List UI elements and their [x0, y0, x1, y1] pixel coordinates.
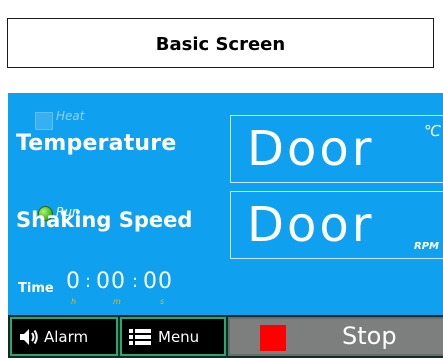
menu-button[interactable]: Menu: [120, 317, 226, 356]
timer-hours-unit: h: [71, 297, 77, 306]
temperature-unit: ℃: [424, 122, 441, 140]
list-icon: [128, 327, 152, 347]
control-panel: Heat Temperature Door ℃ Run Shaking Spee…: [8, 93, 443, 358]
shaking-speed-unit: RPM: [414, 241, 439, 252]
screen-title: Basic Screen: [155, 33, 286, 55]
timer-seconds: 00: [143, 269, 173, 294]
shaking-speed-display[interactable]: Door RPM: [230, 191, 443, 259]
timer-minutes-unit: m: [113, 297, 121, 306]
menu-button-label: Menu: [158, 327, 200, 346]
timer-minutes: 00: [96, 269, 126, 294]
stop-button-label: Stop: [342, 322, 397, 350]
alarm-button-label: Alarm: [44, 327, 89, 346]
shaking-speed-value: Door: [247, 197, 375, 253]
temperature-label: Temperature: [16, 131, 177, 156]
temperature-value: Door: [247, 121, 375, 177]
alarm-button[interactable]: Alarm: [10, 317, 118, 356]
stop-button[interactable]: Stop: [228, 317, 443, 356]
temperature-display[interactable]: Door ℃: [230, 115, 443, 183]
speaker-icon: [18, 327, 40, 347]
timer-separator-2: :: [132, 271, 139, 292]
stop-square-icon: [260, 325, 286, 351]
heat-indicator: [35, 112, 53, 130]
time-label: Time: [18, 281, 54, 296]
bottom-toolbar: Alarm Menu Stop: [8, 315, 443, 358]
timer-separator-1: :: [85, 271, 92, 292]
heat-label: Heat: [56, 109, 85, 123]
timer-seconds-unit: s: [160, 297, 165, 306]
timer-hours: 0: [66, 269, 81, 294]
screen-title-bar: Basic Screen: [7, 18, 434, 68]
shaking-speed-label: Shaking Speed: [16, 208, 193, 232]
